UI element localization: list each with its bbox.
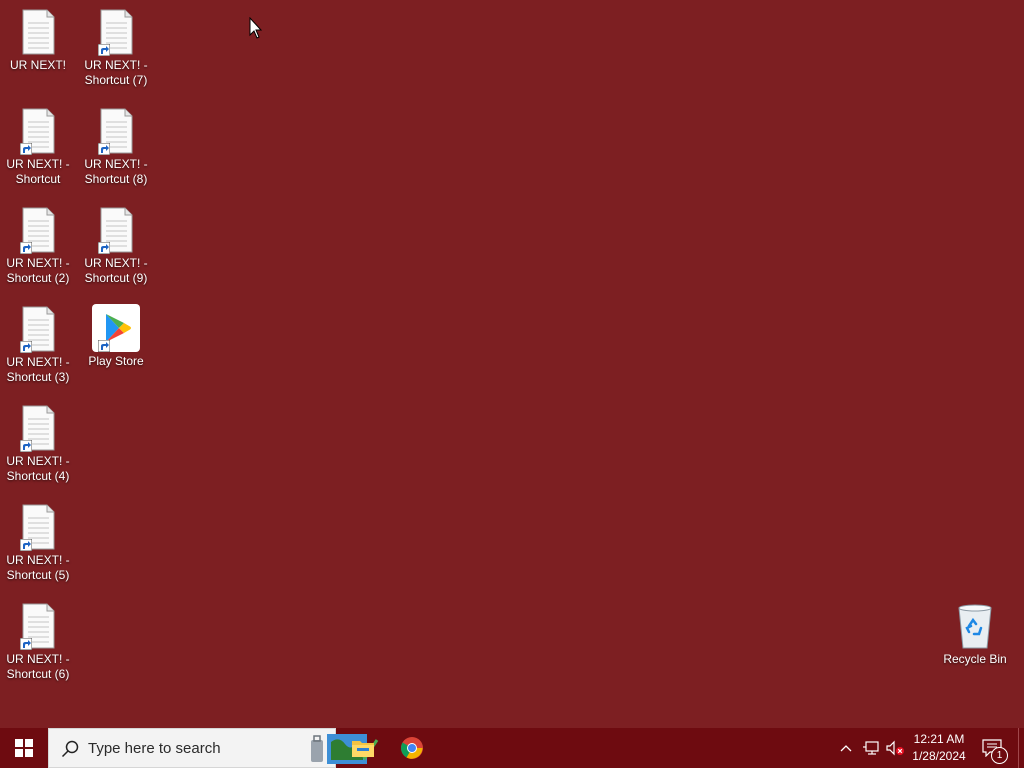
play-store-icon xyxy=(92,304,140,352)
volume-muted-icon xyxy=(886,740,904,756)
search-placeholder: Type here to search xyxy=(88,740,221,757)
tray-overflow-button[interactable] xyxy=(836,728,856,768)
show-desktop-button[interactable] xyxy=(1018,728,1024,768)
desktop-icon-ur-next[interactable]: UR NEXT! xyxy=(0,8,76,73)
shortcut-arrow-icon xyxy=(98,242,110,254)
taskbar-file-explorer[interactable] xyxy=(339,728,387,768)
shortcut-arrow-icon xyxy=(20,539,32,551)
desktop-icon-shortcut-8[interactable]: UR NEXT! - Shortcut (8) xyxy=(78,107,154,187)
taskbar: Type here to search 12:21 AM 1/28/2024 1 xyxy=(0,728,1024,768)
action-center-button[interactable]: 1 xyxy=(978,728,1008,768)
desktop-icon-shortcut-5[interactable]: UR NEXT! - Shortcut (5) xyxy=(0,503,76,583)
document-icon xyxy=(92,8,140,56)
desktop-icon-shortcut-6[interactable]: UR NEXT! - Shortcut (6) xyxy=(0,602,76,682)
document-icon xyxy=(14,206,62,254)
desktop-icon-label: UR NEXT! - Shortcut (8) xyxy=(84,157,148,186)
mouse-cursor-icon xyxy=(249,17,263,39)
notification-count-badge: 1 xyxy=(991,747,1008,764)
desktop-icon-play-store[interactable]: Play Store xyxy=(78,304,154,369)
document-icon xyxy=(92,107,140,155)
desktop-icon-label: UR NEXT! xyxy=(9,58,66,72)
document-icon xyxy=(14,404,62,452)
clock-date: 1/28/2024 xyxy=(912,749,966,763)
tray-network-button[interactable] xyxy=(860,728,882,768)
windows-logo-icon xyxy=(15,739,33,757)
desktop-icon-shortcut-4[interactable]: UR NEXT! - Shortcut (4) xyxy=(0,404,76,484)
shortcut-arrow-icon xyxy=(20,341,32,353)
desktop-icon-shortcut-7[interactable]: UR NEXT! - Shortcut (7) xyxy=(78,8,154,88)
network-icon xyxy=(863,741,879,755)
desktop-icon-label: Play Store xyxy=(88,354,144,368)
shortcut-arrow-icon xyxy=(20,143,32,155)
desktop-icon-label: UR NEXT! - Shortcut (7) xyxy=(84,58,148,87)
tray-volume-button[interactable] xyxy=(884,728,906,768)
document-icon xyxy=(14,602,62,650)
desktop-icon-shortcut[interactable]: UR NEXT! - Shortcut xyxy=(0,107,76,187)
document-icon xyxy=(92,206,140,254)
clock-time: 12:21 AM xyxy=(913,732,965,746)
document-icon xyxy=(14,8,62,56)
chrome-icon xyxy=(401,737,423,759)
desktop-icon-label: UR NEXT! - Shortcut (5) xyxy=(6,553,70,582)
desktop-icon-shortcut-3[interactable]: UR NEXT! - Shortcut (3) xyxy=(0,305,76,385)
desktop-icon-label: UR NEXT! - Shortcut (6) xyxy=(6,652,70,681)
desktop-icon-label: UR NEXT! - Shortcut (4) xyxy=(6,454,70,483)
shortcut-arrow-icon xyxy=(98,340,110,352)
shortcut-arrow-icon xyxy=(98,143,110,155)
desktop-icon-label: UR NEXT! - Shortcut xyxy=(6,157,70,186)
taskbar-clock[interactable]: 12:21 AM 1/28/2024 xyxy=(908,728,970,768)
desktop-icon-label: UR NEXT! - Shortcut (3) xyxy=(6,355,70,384)
desktop-icon-label: UR NEXT! - Shortcut (9) xyxy=(84,256,148,285)
taskbar-chrome[interactable] xyxy=(388,728,436,768)
desktop-icon-shortcut-9[interactable]: UR NEXT! - Shortcut (9) xyxy=(78,206,154,286)
desktop-icon-shortcut-2[interactable]: UR NEXT! - Shortcut (2) xyxy=(0,206,76,286)
shortcut-arrow-icon xyxy=(98,44,110,56)
start-button[interactable] xyxy=(0,728,48,768)
search-icon xyxy=(61,740,79,758)
folder-icon xyxy=(352,741,374,757)
desktop-icon-label: Recycle Bin xyxy=(943,652,1007,666)
chevron-up-icon xyxy=(840,745,852,752)
search-box[interactable]: Type here to search xyxy=(48,728,379,768)
document-icon xyxy=(14,305,62,353)
desktop-icon-label: UR NEXT! - Shortcut (2) xyxy=(6,256,70,285)
shortcut-arrow-icon xyxy=(20,242,32,254)
document-icon xyxy=(14,503,62,551)
desktop-icon-recycle-bin[interactable]: Recycle Bin xyxy=(937,602,1013,667)
shortcut-arrow-icon xyxy=(20,638,32,650)
recycle-bin-icon xyxy=(951,602,999,650)
desktop[interactable]: UR NEXT! UR NEXT! - Shortcut UR NEXT! - … xyxy=(0,0,1024,728)
shortcut-arrow-icon xyxy=(20,440,32,452)
document-icon xyxy=(14,107,62,155)
